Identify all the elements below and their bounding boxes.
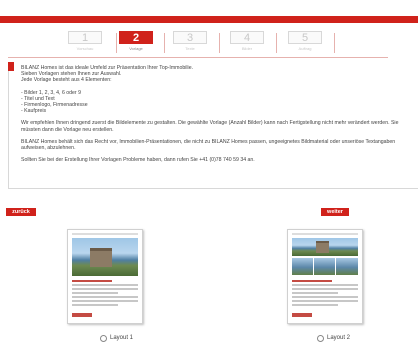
support-text: Sollten Sie bei der Erstellung Ihrer Vor… bbox=[21, 157, 255, 164]
top-accent-bar bbox=[0, 16, 418, 23]
preview-photo-small bbox=[314, 258, 335, 275]
step-4-label: Bilder bbox=[241, 46, 253, 51]
preview-text-lines bbox=[72, 280, 138, 308]
step-3-label: Texte bbox=[185, 46, 195, 51]
layout-2-label: Layout 2 bbox=[327, 335, 351, 341]
step-4-number: 4 bbox=[230, 31, 264, 44]
step-5-number: 5 bbox=[288, 31, 322, 44]
step-divider bbox=[164, 33, 165, 53]
preview-price-tag bbox=[72, 313, 92, 317]
layout-2-radio[interactable] bbox=[317, 334, 324, 342]
preview-header bbox=[72, 233, 138, 235]
step-3[interactable]: 3 Texte bbox=[173, 28, 221, 57]
preview-text-lines bbox=[292, 280, 358, 308]
layout-1-preview[interactable] bbox=[67, 229, 143, 324]
preview-photo-small bbox=[336, 258, 358, 275]
layout-1-label: Layout 1 bbox=[110, 335, 134, 341]
layout-2-option[interactable]: Layout 2 bbox=[317, 333, 350, 343]
back-button[interactable]: zurück bbox=[6, 208, 36, 216]
step-3-number: 3 bbox=[173, 31, 207, 44]
layout-2-preview[interactable] bbox=[287, 229, 363, 324]
step-5-label: Auftrag bbox=[298, 46, 312, 51]
layout-1-radio[interactable] bbox=[100, 334, 107, 342]
step-divider bbox=[334, 33, 335, 53]
rights-text: BILANZ Homes behält sich das Recht vor, … bbox=[21, 138, 396, 152]
intro-text: BILANZ Homes ist das ideale Umfeld zur P… bbox=[21, 65, 417, 163]
next-button[interactable]: weiter bbox=[321, 208, 349, 216]
preview-photo-small bbox=[292, 258, 313, 275]
step-1-number: 1 bbox=[68, 31, 102, 44]
preview-photo bbox=[72, 238, 138, 276]
step-1-label: Vorschau bbox=[76, 46, 94, 51]
preview-price-tag bbox=[292, 313, 312, 317]
step-2[interactable]: 2 Vorlage bbox=[119, 28, 167, 57]
step-4[interactable]: 4 Bilder bbox=[230, 28, 278, 57]
preview-header bbox=[292, 233, 358, 235]
house-image bbox=[316, 241, 329, 253]
recommendation-text: Wir empfehlen Ihnen dringend zuerst die … bbox=[21, 120, 399, 133]
step-2-label: Vorlage bbox=[129, 46, 143, 51]
intro-panel: BILANZ Homes ist das ideale Umfeld zur P… bbox=[8, 62, 418, 189]
wizard-stepper: 1 Vorschau 2 Vorlage 3 Texte 4 Bilder 5 … bbox=[8, 23, 388, 58]
layout-1-option[interactable]: Layout 1 bbox=[100, 333, 133, 343]
step-1[interactable]: 1 Vorschau bbox=[68, 28, 116, 57]
house-image bbox=[90, 248, 112, 267]
step-divider bbox=[219, 33, 220, 53]
step-divider bbox=[276, 33, 277, 53]
step-5[interactable]: 5 Auftrag bbox=[288, 28, 336, 57]
step-2-number: 2 bbox=[119, 31, 153, 44]
preview-photo bbox=[292, 238, 358, 256]
panel-marker bbox=[8, 62, 14, 71]
